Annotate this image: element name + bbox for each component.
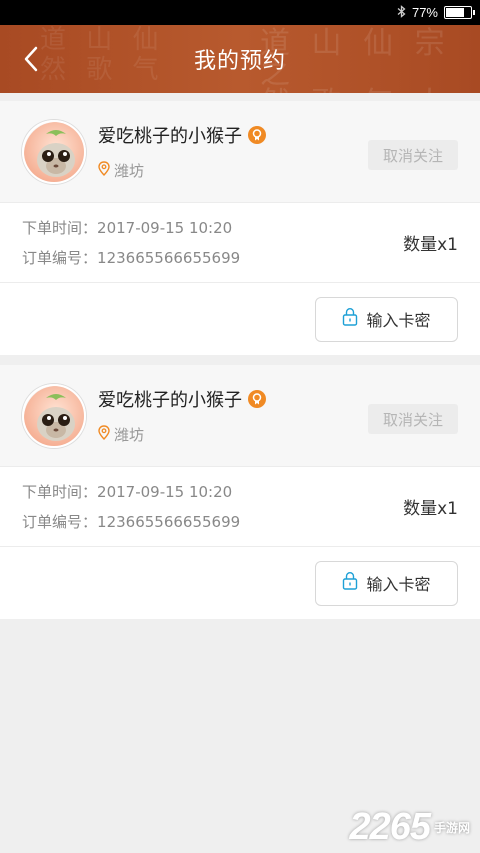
back-button[interactable] bbox=[16, 44, 46, 74]
order-quantity: 数量x1 bbox=[403, 235, 458, 255]
avatar[interactable] bbox=[22, 119, 86, 184]
order-quantity: 数量x1 bbox=[403, 499, 458, 519]
calligraphy-decoration-left: 道 山 仙然 歌 气 bbox=[40, 25, 165, 85]
order-card: 爱吃桃子的小猴子 潍坊 取消关注 下单时间：2017-09-15 10:20 订… bbox=[0, 101, 480, 355]
watermark-logo: 2265 手游网 bbox=[349, 806, 470, 849]
user-name: 爱吃桃子的小猴子 bbox=[98, 126, 242, 147]
battery-percent: 77% bbox=[411, 5, 438, 20]
medal-badge-icon bbox=[248, 126, 266, 144]
unfollow-button[interactable]: 取消关注 bbox=[368, 140, 458, 170]
battery-icon bbox=[444, 6, 475, 19]
order-number: 订单编号：123665566655699 bbox=[22, 512, 241, 531]
order-time: 下单时间：2017-09-15 10:20 bbox=[22, 218, 233, 237]
enter-card-password-button[interactable]: 输入卡密 bbox=[315, 560, 458, 606]
bluetooth-icon bbox=[397, 4, 406, 21]
order-time: 下单时间：2017-09-15 10:20 bbox=[22, 482, 233, 501]
lock-icon bbox=[342, 571, 358, 595]
location-text: 潍坊 bbox=[114, 426, 145, 444]
order-info-row: 下单时间：2017-09-15 10:20 订单编号：1236655666556… bbox=[0, 203, 480, 283]
enter-card-password-label: 输入卡密 bbox=[366, 577, 431, 594]
status-bar: 77% bbox=[0, 0, 480, 25]
watermark-site: 手游网 bbox=[433, 821, 470, 835]
calligraphy-decoration-right: 道 山 仙 宗 之然 歌 气 人 下 bbox=[260, 26, 451, 94]
location-text: 潍坊 bbox=[114, 162, 145, 180]
page-title: 我的预约 bbox=[193, 49, 286, 74]
lock-icon bbox=[342, 307, 358, 331]
location-pin-icon bbox=[98, 161, 110, 180]
user-row[interactable]: 爱吃桃子的小猴子 潍坊 取消关注 bbox=[0, 365, 480, 467]
enter-card-password-label: 输入卡密 bbox=[366, 313, 431, 330]
order-info-row: 下单时间：2017-09-15 10:20 订单编号：1236655666556… bbox=[0, 467, 480, 547]
unfollow-button[interactable]: 取消关注 bbox=[368, 404, 458, 434]
watermark-number: 2265 bbox=[349, 806, 431, 848]
avatar[interactable] bbox=[22, 383, 86, 448]
nav-bar: 道 山 仙然 歌 气 道 山 仙 宗 之然 歌 气 人 下 我的预约 bbox=[0, 25, 480, 93]
order-card: 爱吃桃子的小猴子 潍坊 取消关注 下单时间：2017-09-15 10:20 订… bbox=[0, 365, 480, 619]
enter-card-password-button[interactable]: 输入卡密 bbox=[315, 296, 458, 342]
location-pin-icon bbox=[98, 425, 110, 444]
order-number: 订单编号：123665566655699 bbox=[22, 248, 241, 267]
medal-badge-icon bbox=[248, 390, 266, 408]
chevron-left-icon bbox=[24, 46, 38, 72]
user-row[interactable]: 爱吃桃子的小猴子 潍坊 取消关注 bbox=[0, 101, 480, 203]
user-name: 爱吃桃子的小猴子 bbox=[98, 390, 242, 411]
